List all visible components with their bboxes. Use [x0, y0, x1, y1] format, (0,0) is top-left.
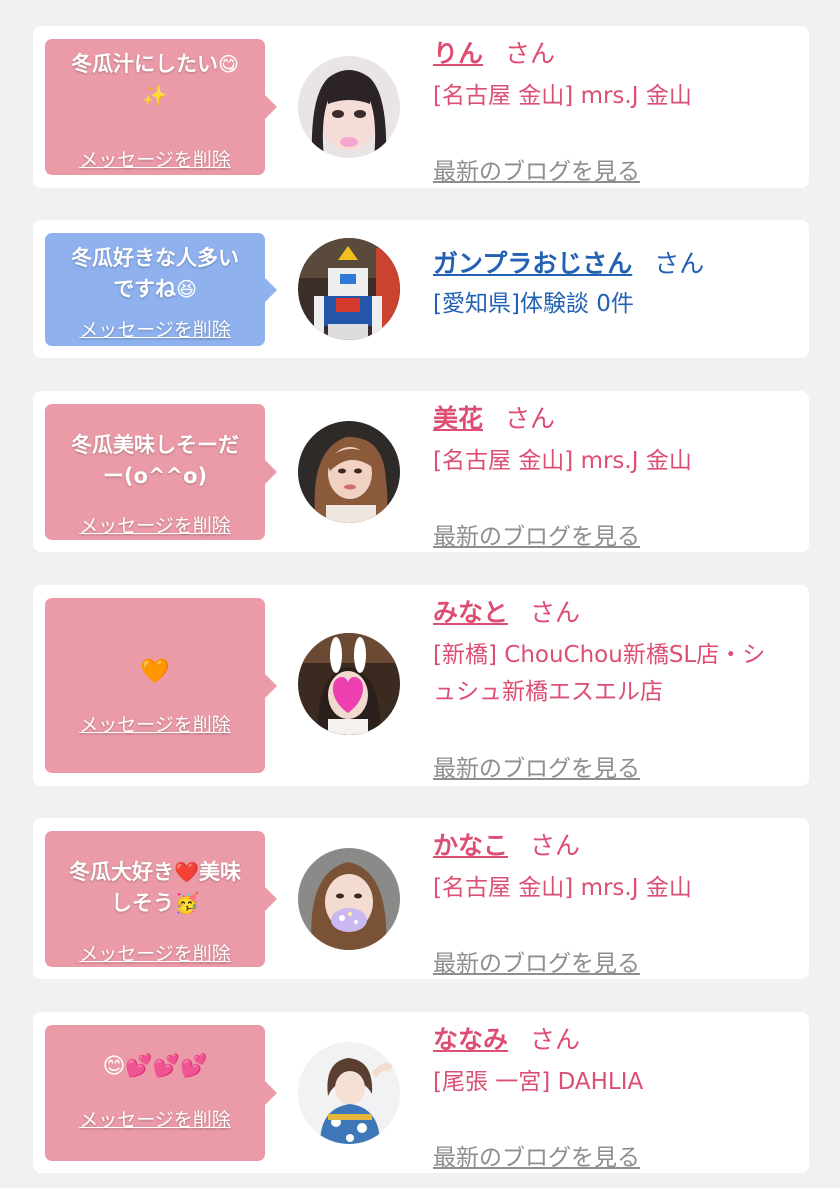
avatar[interactable] — [298, 56, 400, 158]
avatar[interactable] — [298, 848, 400, 950]
latest-blog-link[interactable]: 最新のブログを見る — [433, 1138, 640, 1172]
orange-heart-emoji-icon: 🧡 — [140, 657, 170, 685]
girl-dark-hair-avatar-icon — [298, 56, 400, 158]
delete-message-link[interactable]: メッセージを削除 — [45, 511, 265, 538]
message-card: 冬瓜美味しそーだ ー(o^^o) メッセージを削除 美花 さん [名古屋 金山] … — [33, 391, 809, 552]
sparkles-emoji-icon: ✨ — [142, 83, 168, 107]
profile-info: ななみ さん [尾張 一宮] DAHLIA 最新のブログを見る — [433, 1024, 799, 1171]
profile-info: ガンプラおじさん さん [愛知県]体験談 0件 — [433, 248, 799, 323]
delete-message-link[interactable]: メッセージを削除 — [45, 145, 265, 172]
profile-info: みなと さん [新橋] ChouChou新橋SL店・シ ュシュ新橋エスエル店 最新… — [433, 597, 799, 782]
shop-name: [名古屋 金山] mrs.J 金山 — [433, 448, 692, 474]
bunny-ears-heart-avatar-icon — [298, 633, 400, 735]
message-bubble: 冬瓜好きな人多い ですね😆 メッセージを削除 — [45, 233, 277, 346]
message-text: 冬瓜美味しそーだ ー(o^^o) — [71, 433, 239, 488]
latest-blog-link[interactable]: 最新のブログを見る — [433, 749, 640, 783]
delete-message-link[interactable]: メッセージを削除 — [45, 315, 265, 342]
message-card: 冬瓜汁にしたい😋 ✨ メッセージを削除 りん さん [名古屋 金山] mrs.J … — [33, 26, 809, 188]
profile-name-link[interactable]: 美花 — [433, 404, 483, 433]
delete-message-link[interactable]: メッセージを削除 — [45, 939, 265, 966]
profile-info: かなこ さん [名古屋 金山] mrs.J 金山 最新のブログを見る — [433, 830, 799, 977]
profile-name-link[interactable]: ガンプラおじさん — [433, 249, 632, 278]
profile-name-link[interactable]: かなこ — [433, 831, 508, 860]
avatar[interactable] — [298, 238, 400, 340]
shop-name: [新橋] ChouChou新橋SL店・シ ュシュ新橋エスエル店 — [433, 642, 766, 705]
message-card: 🧡 メッセージを削除 みなと さん [新橋] ChouChou新橋SL店・シ ュシ… — [33, 585, 809, 786]
profile-info: 美花 さん [名古屋 金山] mrs.J 金山 最新のブログを見る — [433, 403, 799, 550]
avatar[interactable] — [298, 421, 400, 523]
message-card: 😊💕💕💕 メッセージを削除 ななみ さん [尾張 一宮] DAHLIA 最新のブロ… — [33, 1012, 809, 1173]
avatar[interactable] — [298, 1042, 400, 1144]
profile-name-link[interactable]: りん — [433, 39, 483, 68]
message-card: 冬瓜大好き❤️美味 しそう🥳 メッセージを削除 かなこ さん [名古屋 金山] m… — [33, 818, 809, 979]
shop-name: [愛知県]体験談 0件 — [433, 291, 634, 317]
red-heart-emoji-icon: ❤️ — [174, 860, 199, 884]
latest-blog-link[interactable]: 最新のブログを見る — [433, 152, 640, 186]
message-text: 😊💕💕💕 — [45, 1051, 265, 1082]
message-card: 冬瓜好きな人多い ですね😆 メッセージを削除 ガンプラおじさん さん [愛知県]体… — [33, 220, 809, 358]
shop-name: [名古屋 金山] mrs.J 金山 — [433, 875, 692, 901]
message-bubble: 冬瓜美味しそーだ ー(o^^o) メッセージを削除 — [45, 404, 277, 540]
message-bubble: 🧡 メッセージを削除 — [45, 598, 277, 773]
latest-blog-link[interactable]: 最新のブログを見る — [433, 944, 640, 978]
message-bubble: 冬瓜汁にしたい😋 ✨ メッセージを削除 — [45, 39, 277, 175]
grin-emoji-icon: 😆 — [176, 277, 197, 301]
honorific: さん — [505, 39, 556, 68]
shop-name: [尾張 一宮] DAHLIA — [433, 1069, 644, 1095]
delete-message-link[interactable]: メッセージを削除 — [45, 710, 265, 737]
honorific: さん — [505, 404, 556, 433]
gundam-robot-avatar-icon — [298, 238, 400, 340]
message-text: 冬瓜好きな人多い ですね😆 — [45, 243, 265, 305]
honorific: さん — [530, 1025, 581, 1054]
woman-yukata-avatar-icon — [298, 1042, 400, 1144]
woman-sparkle-mask-avatar-icon — [298, 848, 400, 950]
message-text: 冬瓜汁にしたい😋 ✨ — [45, 49, 265, 111]
message-bubble: 😊💕💕💕 メッセージを削除 — [45, 1025, 277, 1161]
honorific: さん — [654, 249, 705, 278]
message-text: 冬瓜大好き❤️美味 しそう🥳 — [45, 857, 265, 919]
party-face-emoji-icon: 🥳 — [174, 891, 199, 915]
smile-hearts-emoji-icon: 😊💕💕💕 — [102, 1054, 208, 1079]
honorific: さん — [530, 598, 581, 627]
latest-blog-link[interactable]: 最新のブログを見る — [433, 517, 640, 551]
avatar[interactable] — [298, 633, 400, 735]
woman-brown-hair-avatar-icon — [298, 421, 400, 523]
delete-message-link[interactable]: メッセージを削除 — [45, 1105, 265, 1132]
message-bubble: 冬瓜大好き❤️美味 しそう🥳 メッセージを削除 — [45, 831, 277, 967]
profile-name-link[interactable]: みなと — [433, 598, 508, 627]
honorific: さん — [530, 831, 581, 860]
profile-name-link[interactable]: ななみ — [433, 1025, 508, 1054]
shop-name: [名古屋 金山] mrs.J 金山 — [433, 83, 692, 109]
yum-emoji-icon: 😋 — [218, 52, 239, 76]
message-text: 🧡 — [45, 656, 265, 688]
profile-info: りん さん [名古屋 金山] mrs.J 金山 最新のブログを見る — [433, 38, 799, 185]
